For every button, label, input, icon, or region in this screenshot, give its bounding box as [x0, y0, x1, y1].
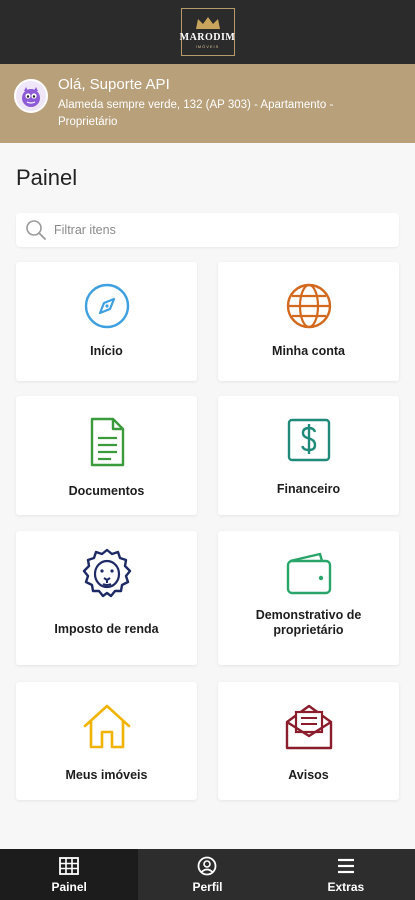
tab-painel[interactable]: Painel — [0, 849, 139, 900]
brand-logo: MARODIM IMÓVEIS — [179, 8, 236, 56]
card-financeiro[interactable]: Financeiro — [218, 396, 399, 515]
crown-icon — [195, 16, 220, 29]
card-label: Demonstrativo de proprietário — [255, 608, 362, 637]
user-bar[interactable]: Olá, Suporte API Alameda sempre verde, 1… — [0, 64, 415, 143]
main-content: Painel Início Minha conta — [0, 143, 415, 849]
card-label: Avisos — [288, 768, 329, 782]
avatar[interactable] — [14, 79, 48, 113]
brand-name: MARODIM — [179, 31, 236, 43]
dollar-icon — [287, 418, 330, 462]
wallet-icon — [286, 552, 331, 595]
card-imposto-de-renda[interactable]: Imposto de renda — [16, 531, 197, 665]
page-title: Painel — [16, 165, 78, 190]
compass-icon — [84, 283, 129, 329]
search-box[interactable] — [16, 213, 399, 247]
card-inicio[interactable]: Início — [16, 262, 197, 381]
house-icon — [83, 704, 130, 749]
envelope-icon — [285, 704, 332, 750]
card-demonstrativo[interactable]: Demonstrativo de proprietário — [218, 531, 399, 665]
card-documentos[interactable]: Documentos — [16, 396, 197, 515]
search-icon — [26, 220, 46, 240]
tab-extras[interactable]: Extras — [277, 849, 415, 900]
tab-perfil[interactable]: Perfil — [138, 849, 276, 900]
document-icon — [90, 417, 124, 467]
card-label: Financeiro — [276, 482, 341, 496]
top-bar: MARODIM IMÓVEIS — [0, 0, 415, 64]
card-avisos[interactable]: Avisos — [218, 682, 399, 800]
card-label: Início — [90, 344, 123, 358]
globe-icon — [286, 283, 331, 329]
tab-label: Painel — [51, 879, 87, 894]
card-label: Minha conta — [272, 344, 345, 358]
tab-label: Extras — [327, 879, 365, 894]
grid-icon — [59, 856, 80, 875]
card-label: Meus imóveis — [65, 768, 148, 782]
tab-label: Perfil — [192, 879, 223, 894]
user-icon — [198, 856, 217, 875]
monster-avatar-icon — [22, 87, 40, 107]
card-label: Imposto de renda — [54, 622, 159, 636]
search-input[interactable] — [54, 223, 354, 237]
menu-icon — [337, 858, 354, 873]
card-label: Documentos — [68, 484, 145, 498]
brand-subtitle: IMÓVEIS — [195, 43, 220, 49]
card-minha-conta[interactable]: Minha conta — [218, 262, 399, 381]
lion-icon — [82, 548, 131, 598]
user-address: Alameda sempre verde, 132 (AP 303) - Apa… — [58, 99, 334, 128]
bottom-nav: Painel Perfil Extras — [0, 849, 415, 900]
card-meus-imoveis[interactable]: Meus imóveis — [16, 682, 197, 800]
user-greeting: Olá, Suporte API — [58, 76, 170, 93]
